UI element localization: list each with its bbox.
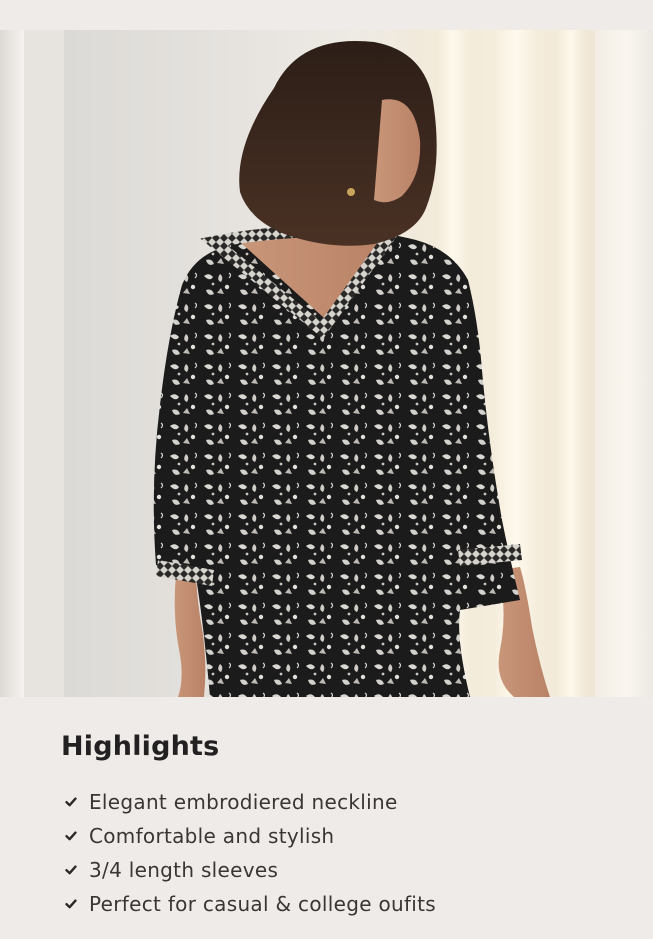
highlight-text: Comfortable and stylish: [89, 824, 335, 848]
highlights-section: Highlights Elegant embrodiered neckline …: [0, 697, 653, 939]
model-illustration: [153, 40, 550, 697]
product-page: Highlights Elegant embrodiered neckline …: [0, 0, 653, 939]
highlight-text: Elegant embrodiered neckline: [89, 790, 398, 814]
highlight-text: 3/4 length sleeves: [89, 858, 279, 882]
product-photo: [64, 30, 595, 697]
check-icon: [65, 797, 77, 807]
highlights-title: Highlights: [61, 731, 220, 762]
product-image-carousel[interactable]: [0, 30, 653, 697]
check-icon: [65, 831, 77, 841]
check-icon: [65, 899, 77, 909]
highlight-item: Elegant embrodiered neckline: [64, 785, 624, 819]
highlight-item: Comfortable and stylish: [64, 819, 624, 853]
highlights-list: Elegant embrodiered neckline Comfortable…: [64, 785, 624, 921]
highlight-item: Perfect for casual & college oufits: [64, 887, 624, 921]
highlight-text: Perfect for casual & college oufits: [89, 892, 437, 916]
highlight-item: 3/4 length sleeves: [64, 853, 624, 887]
next-image-peek[interactable]: [595, 30, 653, 697]
check-icon: [65, 865, 77, 875]
previous-image-peek[interactable]: [0, 30, 24, 697]
